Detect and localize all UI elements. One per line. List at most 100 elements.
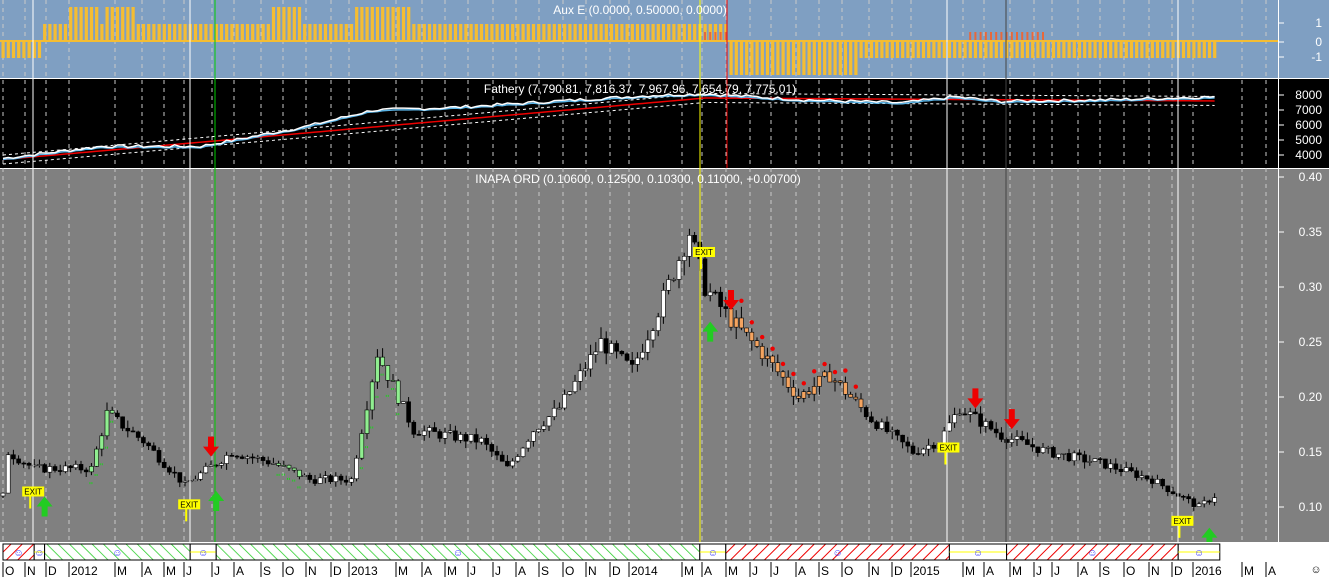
candle-body [718,291,723,307]
exit-label: EXIT [1174,517,1192,526]
smiley-icon: ☺ [34,548,44,559]
aux-bar [838,41,842,75]
aux-bar [495,24,499,41]
candle-body [879,421,885,429]
aux-bar [225,24,229,41]
candle-body [302,474,307,477]
aux-bar [521,24,525,41]
candle-body [307,474,313,480]
month-label-12: N [308,564,317,577]
month-label-23: N [588,564,597,577]
aux-bar [661,24,666,41]
aux-bar [365,7,369,41]
aux-bar [412,24,416,41]
month-label-20: A [518,564,526,577]
aux-bar [807,41,811,75]
candle-body [817,375,822,387]
aux-bar [791,41,796,75]
candle-body [723,306,729,309]
aux-bar [911,41,915,58]
candle-body [442,431,448,439]
month-label-35: D [894,564,903,577]
aux-bar-alt [990,32,992,41]
smiley-icon[interactable]: ☺ [1310,564,1321,576]
aux-bar [542,24,546,41]
aux-bar [271,7,276,41]
aux-bar-alt [1031,32,1034,41]
aux-bar [115,7,120,41]
aux-bar [136,24,140,41]
candle-body [1004,439,1009,443]
candle-body [390,380,396,382]
candle-body [463,434,469,442]
candle-body [515,456,521,462]
candle-body [1019,436,1025,440]
candle-body [510,460,515,467]
month-label-38: A [986,564,994,577]
aux-bar [552,24,556,41]
candle-body [78,464,84,471]
candle-body [130,430,136,433]
candle-body [427,427,432,432]
aux-bar-alt [974,32,977,41]
aux-bar [131,7,135,41]
aux-bar [563,24,567,41]
candle-body [250,456,255,459]
aux-bar [1207,41,1212,58]
candle-body [614,343,619,352]
aux-bar [105,7,109,41]
aux-bar [1020,41,1024,58]
father-title: Fathery (7,790.81, 7,816.37, 7,967.96, 7… [484,82,796,96]
candle-body [411,421,417,435]
candle-body [863,407,869,418]
aux-bar [318,24,322,41]
aux-bar [906,41,910,58]
aux-bar [630,24,634,41]
candle-body [286,464,292,469]
candle-body [895,429,900,436]
trading-chart[interactable]: EXIT EXIT EXIT EXIT EXIT Aux E (0.0000, 0.50… [0,0,1329,577]
candle-body [1113,463,1119,470]
candle-body [1123,467,1129,473]
father-tick-label: 5000 [1295,133,1322,147]
candle-body [645,339,651,353]
stop-dot [739,298,744,304]
aux-bar [516,24,520,41]
candle-body [203,466,209,474]
aux-bar [625,24,629,41]
candle-body [1118,468,1124,473]
candle-body [291,467,297,471]
aux-bar [240,24,244,41]
price-tick-label: 0.15 [1299,445,1323,459]
candle-body [198,472,203,480]
candle-body [338,475,344,481]
aux-bar [1161,41,1165,58]
candle-body [713,291,718,294]
month-label-33: O [844,564,853,577]
aux-bar [407,7,411,41]
candle-body [0,492,6,497]
aux-bar [1114,41,1118,58]
aux-bar [230,24,234,41]
aux-bar [1067,41,1071,58]
smiley-icon: ☺ [198,548,208,559]
aux-bar [963,41,967,58]
candle-body [312,479,318,484]
month-label-30: J [773,564,779,577]
aux-bar [427,24,432,41]
month-label-43: S [1102,564,1110,577]
price-tick-label: 0.30 [1299,280,1323,294]
aux-bar [537,24,541,41]
aux-bar [1093,41,1097,58]
exit-label: EXIT [24,488,42,497]
aux-bar [459,24,463,41]
aux-bar [17,41,21,58]
candle-body [11,454,16,460]
aux-bar [448,24,452,41]
candle-body [520,447,526,457]
month-label-8: J [214,564,220,577]
candle-body [333,475,339,483]
aux-bar [48,24,52,41]
aux-bar [875,41,879,58]
month-label-11: O [285,564,294,577]
